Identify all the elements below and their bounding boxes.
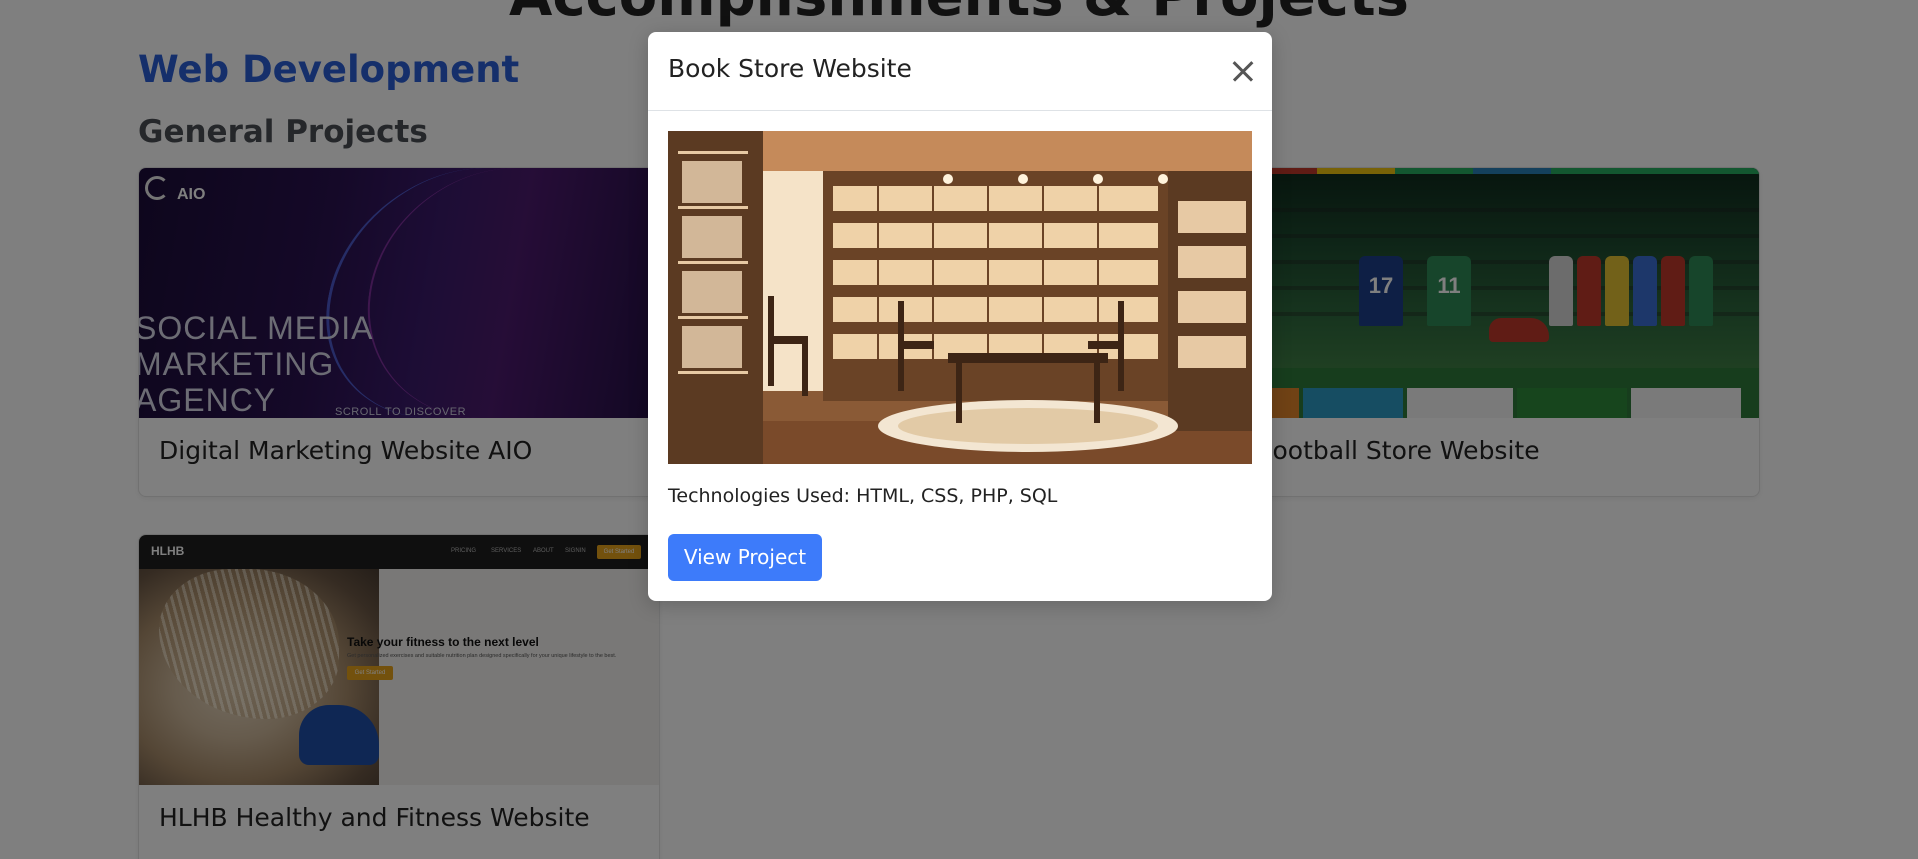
project-modal: Book Store Website Technologies Used: HT… — [648, 32, 1272, 601]
modal-title: Book Store Website — [668, 54, 912, 83]
bookstore-illustration-icon — [668, 131, 1252, 464]
view-project-button[interactable]: View Project — [668, 534, 822, 581]
modal-technologies: Technologies Used: HTML, CSS, PHP, SQL — [668, 485, 1058, 507]
page: Accomplishments & Projects Web Developme… — [0, 0, 1918, 859]
modal-header: Book Store Website — [648, 32, 1272, 111]
bookstore-image — [668, 131, 1252, 464]
close-icon[interactable] — [1226, 56, 1256, 86]
